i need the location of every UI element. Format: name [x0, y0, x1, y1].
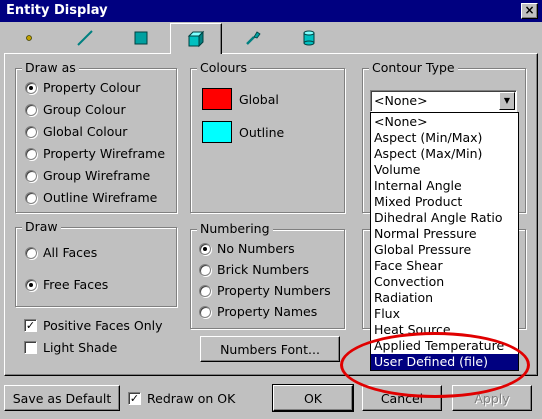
checkbox-label: Redraw on OK: [147, 391, 236, 406]
dropdown-item-user-defined[interactable]: User Defined (file): [371, 354, 518, 370]
radio-button[interactable]: [25, 81, 37, 94]
radio-button[interactable]: [25, 147, 37, 160]
light-shade-checkbox[interactable]: Light Shade: [24, 340, 117, 355]
dropdown-item[interactable]: Face Shear: [371, 258, 518, 274]
contour-type-dropdown-list[interactable]: <None> Aspect (Min/Max) Aspect (Max/Min)…: [370, 112, 519, 371]
dropdown-item[interactable]: Volume: [371, 162, 518, 178]
draw-as-title: Draw as: [22, 60, 79, 76]
tab-cylinders[interactable]: [284, 24, 334, 51]
radio-button[interactable]: [25, 103, 37, 116]
tab-bricks[interactable]: [170, 23, 222, 54]
dropdown-item[interactable]: Mixed Product: [371, 194, 518, 210]
plate-square-icon: [134, 31, 148, 44]
option-label: All Faces: [43, 245, 98, 260]
draw-title: Draw: [22, 219, 61, 235]
option-label: Brick Numbers: [217, 262, 309, 277]
draw-as-property-wireframe[interactable]: Property Wireframe: [25, 146, 165, 161]
dropdown-item[interactable]: Internal Angle: [371, 178, 518, 194]
beam-line-icon: [77, 29, 93, 46]
window-title: Entity Display: [6, 3, 108, 18]
tab-plates[interactable]: [116, 24, 166, 51]
outline-colour-swatch[interactable]: [202, 121, 232, 143]
option-label: Property Names: [217, 304, 318, 319]
draw-as-global-colour[interactable]: Global Colour: [25, 124, 127, 139]
draw-as-group-wireframe[interactable]: Group Wireframe: [25, 168, 150, 183]
checkbox[interactable]: ✓: [24, 319, 37, 332]
draw-as-outline-wireframe[interactable]: Outline Wireframe: [25, 190, 157, 205]
option-label: Group Wireframe: [43, 168, 151, 183]
option-label: No Numbers: [217, 241, 295, 256]
save-as-default-button[interactable]: Save as Default: [4, 385, 120, 411]
radio-button[interactable]: [25, 246, 37, 259]
checkbox-label: Light Shade: [43, 340, 118, 355]
cancel-button[interactable]: Cancel: [362, 385, 442, 411]
brick-cube-icon: [187, 30, 205, 48]
dropdown-item[interactable]: Global Pressure: [371, 242, 518, 258]
radio-button[interactable]: [25, 278, 37, 291]
global-colour-label: Global: [239, 92, 279, 107]
cylinder-icon: [303, 30, 315, 45]
numbering-property-numbers[interactable]: Property Numbers: [199, 283, 331, 298]
radio-button[interactable]: [199, 242, 211, 255]
dropdown-item[interactable]: Radiation: [371, 290, 518, 306]
dropdown-item[interactable]: Heat Source: [371, 322, 518, 338]
numbering-no-numbers[interactable]: No Numbers: [199, 241, 295, 256]
option-label: Property Wireframe: [43, 146, 166, 161]
radio-button[interactable]: [199, 305, 211, 318]
colours-title: Colours: [197, 60, 251, 76]
radio-button[interactable]: [25, 125, 37, 138]
numbering-brick-numbers[interactable]: Brick Numbers: [199, 262, 309, 277]
tab-nodes[interactable]: [4, 24, 54, 51]
draw-as-group-colour[interactable]: Group Colour: [25, 102, 126, 117]
global-colour-swatch[interactable]: [202, 88, 232, 110]
chevron-down-icon[interactable]: ▼: [499, 92, 515, 110]
checkbox[interactable]: [24, 341, 37, 354]
dropdown-item[interactable]: Convection: [371, 274, 518, 290]
numbers-font-button[interactable]: Numbers Font...: [200, 336, 340, 362]
contour-selected-value: <None>: [374, 93, 428, 108]
link-tool-icon: [246, 30, 261, 45]
draw-all-faces[interactable]: All Faces: [25, 245, 97, 260]
option-label: Property Colour: [43, 80, 141, 95]
close-icon[interactable]: ×: [521, 3, 538, 19]
tab-links[interactable]: [228, 24, 278, 51]
option-label: Global Colour: [43, 124, 128, 139]
positive-faces-only-checkbox[interactable]: ✓ Positive Faces Only: [24, 318, 163, 333]
numbering-title: Numbering: [197, 221, 273, 237]
radio-button[interactable]: [199, 263, 211, 276]
contour-type-select[interactable]: <None> ▼: [370, 90, 517, 112]
ok-button[interactable]: OK: [272, 384, 354, 412]
checkbox-label: Positive Faces Only: [43, 318, 163, 333]
dropdown-item[interactable]: Flux: [371, 306, 518, 322]
tab-beams[interactable]: [60, 24, 110, 51]
dropdown-item[interactable]: Applied Temperature: [371, 338, 518, 354]
option-label: Outline Wireframe: [43, 190, 158, 205]
redraw-on-ok-checkbox[interactable]: ✓ Redraw on OK: [128, 391, 235, 406]
option-label: Free Faces: [43, 277, 109, 292]
draw-free-faces[interactable]: Free Faces: [25, 277, 108, 292]
option-label: Group Colour: [43, 102, 126, 117]
radio-button[interactable]: [25, 191, 37, 204]
dropdown-item[interactable]: Dihedral Angle Ratio: [371, 210, 518, 226]
radio-button[interactable]: [25, 169, 37, 182]
dropdown-item[interactable]: Normal Pressure: [371, 226, 518, 242]
apply-button[interactable]: Apply: [452, 385, 532, 411]
entity-tab-bar: [4, 23, 534, 54]
outline-colour-label: Outline: [239, 125, 285, 140]
radio-button[interactable]: [199, 284, 211, 297]
draw-as-property-colour[interactable]: Property Colour: [25, 80, 140, 95]
node-dot-icon: [26, 34, 32, 41]
numbering-property-names[interactable]: Property Names: [199, 304, 317, 319]
dropdown-item[interactable]: <None>: [371, 114, 518, 130]
title-bar: Entity Display ×: [0, 0, 542, 22]
option-label: Property Numbers: [217, 283, 331, 298]
checkbox[interactable]: ✓: [128, 392, 141, 405]
contour-type-title: Contour Type: [369, 60, 458, 76]
dropdown-item[interactable]: Aspect (Max/Min): [371, 146, 518, 162]
dropdown-item[interactable]: Aspect (Min/Max): [371, 130, 518, 146]
draw-group: Draw: [15, 219, 177, 307]
